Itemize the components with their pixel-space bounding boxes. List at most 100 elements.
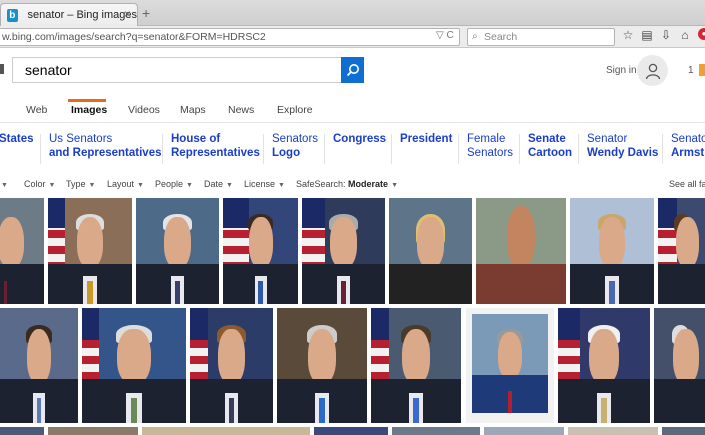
image-result[interactable] (0, 308, 78, 423)
image-result[interactable] (142, 427, 310, 435)
tab-explore[interactable]: Explore (277, 104, 313, 116)
tab-title: senator – Bing images (27, 9, 137, 21)
filter-safesearch[interactable]: SafeSearch: Moderate ▼ (296, 179, 398, 189)
tab-news[interactable]: News (228, 104, 254, 116)
search-button[interactable] (341, 57, 364, 83)
new-tab-icon[interactable]: + (142, 5, 150, 21)
related-item[interactable]: Senato Armstr (671, 132, 705, 160)
related-item[interactable]: House of Representatives (171, 132, 260, 160)
chevron-down-icon: ▼ (226, 182, 233, 189)
filter-label: Color (24, 179, 46, 189)
related-line: Wendy Davis (587, 147, 659, 159)
chevron-down-icon: ▼ (278, 182, 285, 189)
image-result[interactable] (484, 427, 564, 435)
see-all-favorites-link[interactable]: See all fav (669, 179, 705, 189)
image-result[interactable] (662, 427, 705, 435)
filter-people[interactable]: People ▼ (155, 179, 193, 189)
related-separator (324, 134, 325, 164)
related-line: Armstr (671, 147, 705, 159)
related-line: Logo (272, 147, 301, 159)
reload-icon[interactable]: ▽ C (436, 30, 454, 41)
chevron-down-icon: ▼ (137, 182, 144, 189)
image-result[interactable] (48, 198, 132, 304)
tab-videos[interactable]: Videos (128, 104, 160, 116)
related-line: and Representatives (49, 147, 162, 159)
bing-logo-icon[interactable] (0, 64, 4, 74)
sign-in-link[interactable]: Sign in (606, 65, 637, 76)
home-icon[interactable]: ⌂ (679, 28, 691, 42)
filter-color[interactable]: Color ▼ (24, 179, 55, 189)
image-result[interactable] (371, 308, 461, 423)
close-tab-icon[interactable]: × (124, 7, 131, 21)
image-result[interactable] (0, 427, 44, 435)
search-icon: ⌕ (472, 31, 478, 42)
image-result[interactable] (48, 427, 138, 435)
filter-label: Layout (107, 179, 135, 189)
pocket-icon[interactable]: ● (698, 28, 705, 40)
search-input[interactable]: senator (12, 57, 342, 83)
rewards-count[interactable]: 1 (688, 65, 694, 76)
chevron-down-icon: ▼ (186, 182, 193, 189)
tab-maps[interactable]: Maps (180, 104, 206, 116)
chevron-down-icon: ▼ (391, 182, 398, 189)
browser-tab[interactable]: b senator – Bing images × (0, 3, 138, 26)
related-line: States (0, 133, 34, 145)
image-result[interactable] (392, 427, 480, 435)
related-line: Us Senators (49, 133, 113, 145)
filter-date[interactable]: Date ▼ (204, 179, 233, 189)
filter-layout[interactable]: Layout ▼ (107, 179, 144, 189)
image-result[interactable] (277, 308, 367, 423)
related-item[interactable]: States (0, 132, 34, 146)
chevron-down-icon[interactable]: ▼ (0, 179, 8, 189)
toolbar-icons: ☆ ▤ ⇩ ⌂ ● (622, 28, 705, 42)
related-separator (662, 134, 663, 164)
image-result[interactable] (136, 198, 219, 304)
image-result[interactable] (190, 308, 273, 423)
image-result[interactable] (0, 198, 44, 304)
chevron-down-icon: ▼ (48, 182, 56, 189)
filter-license[interactable]: License ▼ (244, 179, 285, 189)
download-icon[interactable]: ⇩ (660, 28, 672, 42)
tab-images[interactable]: Images (71, 104, 107, 116)
related-item[interactable]: Female Senators (467, 132, 513, 160)
image-result[interactable] (466, 308, 554, 423)
related-line: President (400, 133, 453, 145)
related-item[interactable]: President (400, 132, 452, 146)
browser-search-box[interactable]: ⌕ Search (467, 28, 615, 46)
image-result[interactable] (558, 308, 650, 423)
related-item[interactable]: Congress (333, 132, 386, 146)
related-item[interactable]: Senator Wendy Davis (587, 132, 658, 160)
related-searches: States Us Senators and Representatives H… (0, 132, 705, 172)
avatar[interactable] (637, 55, 668, 86)
filter-type[interactable]: Type ▼ (66, 179, 95, 189)
related-item[interactable]: Senate Cartoon (528, 132, 572, 160)
related-line: Congress (333, 133, 387, 145)
related-item[interactable]: Us Senators and Representatives (49, 132, 162, 160)
chevron-down-icon: ▼ (88, 182, 96, 189)
image-result[interactable] (476, 198, 566, 304)
related-item[interactable]: Senators Logo (272, 132, 318, 160)
image-result[interactable] (302, 198, 385, 304)
star-icon[interactable]: ☆ (622, 28, 634, 42)
related-separator (40, 134, 41, 164)
image-result[interactable] (223, 198, 298, 304)
rewards-icon[interactable] (699, 64, 705, 76)
image-result[interactable] (658, 198, 705, 304)
related-line: Senator (587, 133, 628, 145)
image-result[interactable] (389, 198, 472, 304)
image-result[interactable] (654, 308, 705, 423)
image-result[interactable] (82, 308, 186, 423)
tab-web[interactable]: Web (26, 104, 47, 116)
image-result[interactable] (314, 427, 388, 435)
safesearch-value: Moderate (348, 179, 389, 189)
image-result[interactable] (568, 427, 658, 435)
reading-list-icon[interactable]: ▤ (641, 28, 653, 42)
related-separator (578, 134, 579, 164)
filter-label: Date (204, 179, 224, 189)
safesearch-label: SafeSearch: (296, 179, 346, 189)
user-icon (645, 63, 660, 79)
address-bar[interactable]: w.bing.com/images/search?q=senator&FORM=… (0, 28, 460, 46)
related-line: Female (467, 133, 506, 145)
related-line: House of (171, 133, 221, 145)
image-result[interactable] (570, 198, 654, 304)
